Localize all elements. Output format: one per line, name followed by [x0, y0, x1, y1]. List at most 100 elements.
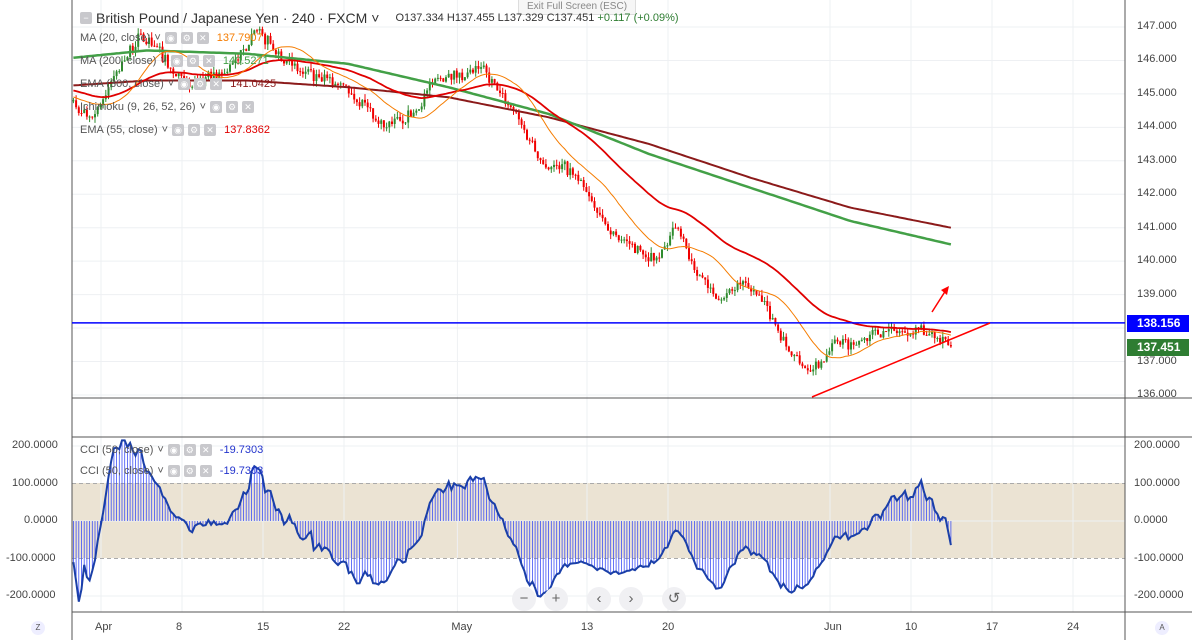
collapse-icon[interactable]: −	[80, 12, 92, 24]
eye-icon[interactable]: ◉	[172, 124, 185, 136]
candle-body	[115, 71, 118, 77]
candle-body	[601, 214, 604, 219]
candle-body	[690, 259, 693, 262]
indicator-legend[interactable]: EMA (300, close) ˅ ◉ ⚙ ✕ 141.0425	[80, 78, 276, 90]
zoom-in-button[interactable]: +	[544, 587, 568, 611]
reset-chart-button[interactable]: ↺	[662, 587, 686, 611]
close-icon[interactable]: ✕	[199, 444, 212, 456]
candle-body	[855, 344, 858, 346]
indicator-legend[interactable]: EMA (55, close) ˅ ◉ ⚙ ✕ 137.8362	[80, 124, 270, 136]
chevron-down-icon[interactable]: ˅	[157, 444, 163, 456]
candle-body	[693, 261, 696, 270]
candle-body	[509, 105, 512, 108]
candle-body	[517, 112, 520, 120]
candle-body	[520, 119, 523, 125]
candle-body	[625, 239, 628, 242]
candle-body	[866, 338, 869, 342]
candle-body	[80, 113, 83, 115]
candle-body	[671, 227, 674, 236]
horizontal-line-price-tag: 138.156	[1127, 314, 1189, 332]
candle-body	[820, 361, 823, 368]
gear-icon[interactable]: ⚙	[186, 55, 199, 67]
eye-icon[interactable]: ◉	[210, 101, 222, 113]
indicator-legend[interactable]: Ichimoku (9, 26, 52, 26) ˅ ◉ ⚙ ✕	[80, 101, 262, 113]
candle-body	[169, 67, 172, 69]
candle-body	[439, 77, 442, 79]
candle-body	[474, 66, 477, 73]
cci-tick-left: 200.0000	[12, 439, 58, 451]
candle-body	[715, 293, 717, 299]
auto-scale-button[interactable]: A	[1155, 621, 1169, 635]
candle-body	[785, 336, 788, 347]
eye-icon[interactable]: ◉	[178, 78, 191, 90]
candle-body	[588, 192, 591, 197]
candle-body	[342, 83, 345, 85]
cci-tick: 0.0000	[1134, 514, 1168, 526]
close-icon[interactable]: ✕	[196, 32, 209, 44]
chevron-down-icon[interactable]: ˅	[371, 10, 379, 26]
candle-body	[901, 331, 904, 333]
gear-icon[interactable]: ⚙	[180, 32, 193, 44]
interval: 240	[291, 10, 315, 26]
gear-icon[interactable]: ⚙	[226, 101, 238, 113]
chevron-down-icon[interactable]: ˅	[157, 465, 163, 477]
candle-body	[453, 70, 456, 80]
close-icon[interactable]: ✕	[204, 124, 217, 136]
scroll-forward-button[interactable]: ›	[619, 587, 643, 611]
chevron-down-icon[interactable]: ˅	[200, 101, 206, 113]
candle-body	[887, 329, 890, 332]
candle-body	[771, 318, 774, 320]
chevron-down-icon[interactable]: ˅	[162, 124, 168, 136]
candle-body	[472, 69, 474, 73]
zoom-out-button[interactable]: −	[512, 587, 536, 611]
zoom-corner-button[interactable]: Z	[31, 621, 45, 635]
candle-body	[704, 277, 707, 280]
price-tick: 136.000	[1137, 387, 1177, 400]
candle-body	[450, 73, 453, 80]
chevron-down-icon[interactable]: ˅	[154, 32, 160, 44]
close-icon[interactable]: ✕	[202, 55, 215, 67]
scroll-back-button[interactable]: ‹	[587, 587, 611, 611]
close-icon[interactable]: ✕	[199, 465, 212, 477]
indicator-label: CCI (50, close)	[80, 444, 154, 456]
candle-body	[310, 69, 312, 71]
cci-legend[interactable]: CCI (50, close) ˅ ◉ ⚙ ✕ -19.7303	[80, 444, 263, 456]
candle-body	[731, 289, 734, 291]
close-icon[interactable]: ✕	[210, 78, 223, 90]
candle-body	[544, 164, 547, 168]
gear-icon[interactable]: ⚙	[183, 465, 196, 477]
candle-body	[528, 139, 531, 141]
candle-body	[412, 112, 415, 117]
candle-body	[320, 77, 323, 82]
chevron-down-icon[interactable]: ˅	[160, 55, 166, 67]
candle-body	[312, 70, 315, 81]
close-icon[interactable]: ✕	[242, 101, 254, 113]
eye-icon[interactable]: ◉	[170, 55, 183, 67]
gear-icon[interactable]: ⚙	[188, 124, 201, 136]
candle-body	[949, 345, 952, 347]
trend-line	[811, 322, 991, 398]
chevron-down-icon[interactable]: ˅	[168, 78, 174, 90]
chart-canvas[interactable]	[0, 0, 1192, 640]
eye-icon[interactable]: ◉	[164, 32, 177, 44]
indicator-legend[interactable]: MA (20, close) ˅ ◉ ⚙ ✕ 137.7907	[80, 32, 263, 44]
candle-body	[698, 275, 701, 277]
eye-icon[interactable]: ◉	[167, 465, 180, 477]
ma20-line	[73, 46, 952, 359]
candle-body	[744, 281, 747, 283]
candle-body	[590, 196, 593, 202]
indicator-legend[interactable]: MA (200, close) ˅ ◉ ⚙ ✕ 140.5271	[80, 55, 269, 67]
candle-body	[639, 246, 642, 251]
symbol-legend[interactable]: − British Pound / Japanese Yen · 240 · FXC…	[80, 10, 679, 26]
candle-body	[793, 355, 796, 357]
gear-icon[interactable]: ⚙	[183, 444, 196, 456]
candle-body	[391, 121, 393, 124]
indicator-label: MA (200, close)	[80, 55, 157, 67]
cci-legend[interactable]: CCI (50, close) ˅ ◉ ⚙ ✕ -19.7303	[80, 465, 263, 477]
gear-icon[interactable]: ⚙	[194, 78, 207, 90]
indicator-value: -19.7303	[219, 444, 264, 456]
eye-icon[interactable]: ◉	[167, 444, 180, 456]
candle-body	[831, 343, 834, 352]
candle-body	[415, 110, 418, 113]
candle-body	[88, 116, 91, 118]
